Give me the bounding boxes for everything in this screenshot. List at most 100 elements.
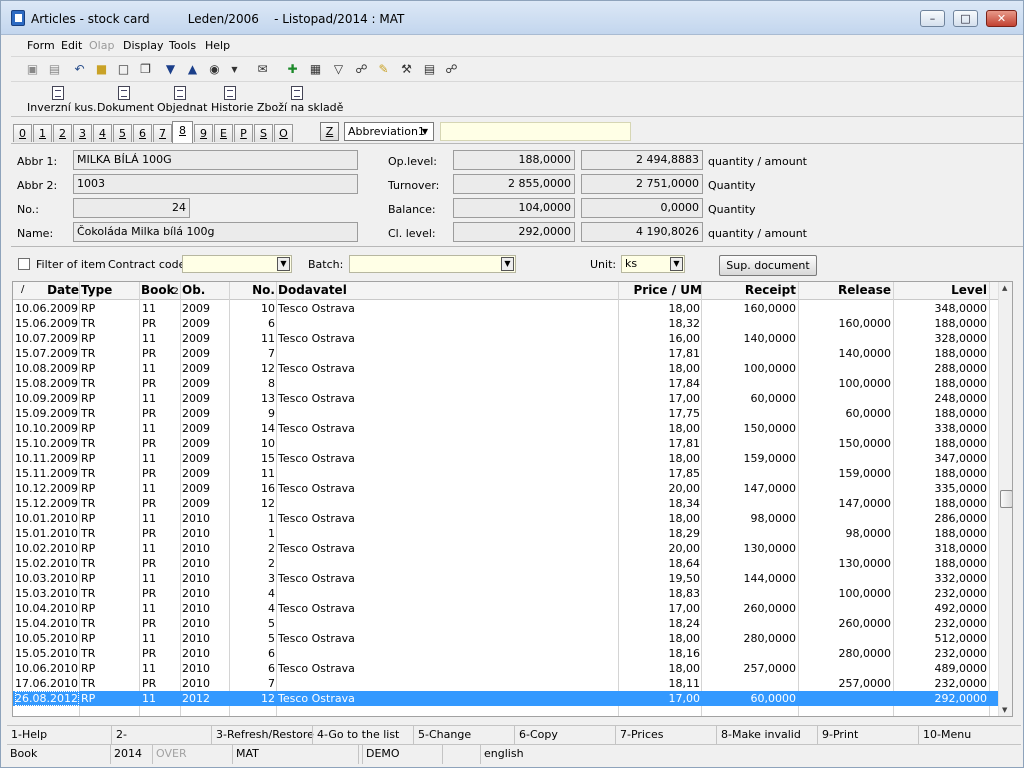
fkey-refresh[interactable]: 3-Refresh/Restore bbox=[211, 726, 314, 744]
table-row[interactable]: 10.07.2009 RP 11 2009 11 Tesco Ostrava 16,00 14… bbox=[13, 331, 998, 346]
sup-document-button[interactable]: Sup. document bbox=[719, 255, 817, 276]
scroll-thumb[interactable] bbox=[1000, 490, 1012, 508]
menu-help[interactable]: Help bbox=[205, 39, 230, 52]
z-button[interactable]: Z bbox=[320, 122, 339, 141]
tab-3[interactable]: 3 bbox=[73, 124, 92, 142]
col-book[interactable]: Book bbox=[141, 283, 175, 297]
table-row[interactable]: 10.09.2009 RP 11 2009 13 Tesco Ostrava 17,00 60… bbox=[13, 391, 998, 406]
table-row[interactable]: 15.06.2009 TR PR 2009 6 18,32 160,0000 188,0000 bbox=[13, 316, 998, 331]
fkey-copy[interactable]: 6-Copy bbox=[514, 726, 615, 744]
col-level[interactable]: Level bbox=[895, 283, 987, 297]
col-release[interactable]: Release bbox=[800, 283, 891, 297]
zbozi-na-sklade-button[interactable]: Zboží na skladě bbox=[257, 86, 343, 116]
table-row[interactable]: 15.01.2010 TR PR 2010 1 18,29 98,0000 188,0000 bbox=[13, 526, 998, 541]
objednat-button[interactable]: Objednat bbox=[157, 86, 207, 116]
undo-icon[interactable]: ↶ bbox=[71, 61, 88, 77]
scroll-down-icon[interactable]: ▼ bbox=[1002, 706, 1007, 714]
col-no[interactable]: No. bbox=[231, 283, 275, 297]
camera-icon[interactable]: ◉ bbox=[206, 61, 223, 77]
abbr1-field[interactable]: MILKA BÍLÁ 100G bbox=[73, 150, 358, 170]
new-document-icon[interactable]: □ bbox=[115, 61, 132, 77]
table-row[interactable]: 10.03.2010 RP 11 2010 3 Tesco Ostrava 19,50 144… bbox=[13, 571, 998, 586]
no-field[interactable]: 24 bbox=[73, 198, 190, 218]
fkey-help[interactable]: 1-Help bbox=[7, 726, 111, 744]
vertical-scrollbar[interactable]: ▲ ▼ bbox=[998, 282, 1012, 716]
col-ob[interactable]: Ob. bbox=[182, 283, 228, 297]
abbr2-field[interactable]: 1003 bbox=[73, 174, 358, 194]
table-row[interactable]: 15.05.2010 TR PR 2010 6 18,16 280,0000 232,0000 bbox=[13, 646, 998, 661]
table-row[interactable]: 10.10.2009 RP 11 2009 14 Tesco Ostrava 18,00 15… bbox=[13, 421, 998, 436]
table-row[interactable]: 15.07.2009 TR PR 2009 7 17,81 140,0000 188,0000 bbox=[13, 346, 998, 361]
scroll-up-icon[interactable]: ▲ bbox=[1002, 284, 1007, 292]
tab-4[interactable]: 4 bbox=[93, 124, 112, 142]
tab-s[interactable]: S bbox=[254, 124, 273, 142]
save-icon[interactable]: ▣ bbox=[24, 61, 41, 77]
maximize-button[interactable]: □ bbox=[953, 10, 978, 27]
fkey-go-to-list[interactable]: 4-Go to the list bbox=[312, 726, 413, 744]
fkey-2[interactable]: 2- bbox=[111, 726, 211, 744]
mail-icon[interactable]: ✉ bbox=[254, 61, 271, 77]
book-icon[interactable]: ▦ bbox=[307, 61, 324, 77]
abbreviation-select[interactable]: Abbreviation1 ▼ bbox=[344, 122, 434, 141]
inverse-kus-button[interactable]: Inverzní kus. bbox=[27, 86, 97, 116]
tab-e[interactable]: E bbox=[214, 124, 233, 142]
open-folder-icon[interactable]: ■ bbox=[93, 61, 110, 77]
report-icon[interactable]: ▤ bbox=[421, 61, 438, 77]
table-row[interactable]: 10.05.2010 RP 11 2010 5 Tesco Ostrava 18,00 280… bbox=[13, 631, 998, 646]
edit-icon[interactable]: ✎ bbox=[375, 61, 392, 77]
menu-edit[interactable]: Edit bbox=[61, 39, 82, 52]
tab-1[interactable]: 1 bbox=[33, 124, 52, 142]
table-row[interactable]: 15.12.2009 TR PR 2009 12 18,34 147,0000 188,000… bbox=[13, 496, 998, 511]
table-row[interactable]: 10.04.2010 RP 11 2010 4 Tesco Ostrava 17,00 260… bbox=[13, 601, 998, 616]
chevron-down-icon[interactable]: ▼ bbox=[226, 61, 243, 77]
table-row[interactable]: 10.01.2010 RP 11 2010 1 Tesco Ostrava 18,00 98,… bbox=[13, 511, 998, 526]
find-icon[interactable]: ☍ bbox=[443, 61, 460, 77]
table-row[interactable]: 10.06.2009 RP 11 2009 10 Tesco Ostrava 18,00 16… bbox=[13, 301, 998, 316]
name-field[interactable]: Čokoláda Milka bílá 100g bbox=[73, 222, 358, 242]
tab-5[interactable]: 5 bbox=[113, 124, 132, 142]
table-row[interactable]: 15.04.2010 TR PR 2010 5 18,24 260,0000 232,0000 bbox=[13, 616, 998, 631]
tab-7[interactable]: 7 bbox=[153, 124, 172, 142]
tab-0[interactable]: 0 bbox=[13, 124, 32, 142]
filter-item-checkbox[interactable] bbox=[18, 258, 30, 270]
col-dodavatel[interactable]: Dodavatel bbox=[278, 283, 613, 297]
fkey-print[interactable]: 9-Print bbox=[817, 726, 918, 744]
unit-select[interactable]: ks ▼ bbox=[621, 255, 685, 273]
tab-9[interactable]: 9 bbox=[194, 124, 213, 142]
fkey-menu[interactable]: 10-Menu bbox=[918, 726, 1021, 744]
search-input[interactable] bbox=[440, 122, 631, 141]
col-type[interactable]: Type bbox=[81, 283, 139, 297]
export-icon[interactable]: ✚ bbox=[284, 61, 301, 77]
table-row[interactable]: 15.09.2009 TR PR 2009 9 17,75 60,0000 188,0000 bbox=[13, 406, 998, 421]
historie-button[interactable]: Historie bbox=[211, 86, 253, 116]
title-bar[interactable]: Articles - stock card Leden/2006 - Listo… bbox=[1, 1, 1023, 35]
table-row[interactable]: 10.06.2010 RP 11 2010 6 Tesco Ostrava 18,00 257… bbox=[13, 661, 998, 676]
menu-form[interactable]: Form bbox=[27, 39, 55, 52]
tab-6[interactable]: 6 bbox=[133, 124, 152, 142]
tools-icon[interactable]: ⚒ bbox=[398, 61, 415, 77]
table-row[interactable]: 15.10.2009 TR PR 2009 10 17,81 150,0000 188,000… bbox=[13, 436, 998, 451]
batch-select[interactable]: ▼ bbox=[349, 255, 516, 273]
move-up-icon[interactable]: ▲ bbox=[184, 61, 201, 77]
minimize-button[interactable]: – bbox=[920, 10, 945, 27]
move-down-icon[interactable]: ▼ bbox=[162, 61, 179, 77]
fkey-make-invalid[interactable]: 8-Make invalid bbox=[716, 726, 817, 744]
fkey-change[interactable]: 5-Change bbox=[413, 726, 514, 744]
table-row[interactable]: 15.08.2009 TR PR 2009 8 17,84 100,0000 188,0000 bbox=[13, 376, 998, 391]
dokument-button[interactable]: Dokument bbox=[97, 86, 154, 116]
fkey-prices[interactable]: 7-Prices bbox=[615, 726, 716, 744]
table-row[interactable]: 15.03.2010 TR PR 2010 4 18,83 100,0000 232,0000 bbox=[13, 586, 998, 601]
menu-display[interactable]: Display bbox=[123, 39, 164, 52]
table-row[interactable]: 26.08.2012 RP 11 2012 12 Tesco Ostrava 17,00 60… bbox=[13, 691, 998, 706]
binoculars-icon[interactable]: ☍ bbox=[353, 61, 370, 77]
table-row[interactable]: 10.11.2009 RP 11 2009 15 Tesco Ostrava 18,00 15… bbox=[13, 451, 998, 466]
tab-p[interactable]: P bbox=[234, 124, 253, 142]
contract-code-select[interactable]: ▼ bbox=[182, 255, 292, 273]
col-receipt[interactable]: Receipt bbox=[703, 283, 796, 297]
tab-o[interactable]: O bbox=[274, 124, 293, 142]
tab-2[interactable]: 2 bbox=[53, 124, 72, 142]
table-row[interactable]: 15.02.2010 TR PR 2010 2 18,64 130,0000 188,0000 bbox=[13, 556, 998, 571]
table-row[interactable]: 17.06.2010 TR PR 2010 7 18,11 257,0000 232,0000 bbox=[13, 676, 998, 691]
close-button[interactable]: ✕ bbox=[986, 10, 1017, 27]
table-row[interactable]: 15.11.2009 TR PR 2009 11 17,85 159,0000 188,000… bbox=[13, 466, 998, 481]
